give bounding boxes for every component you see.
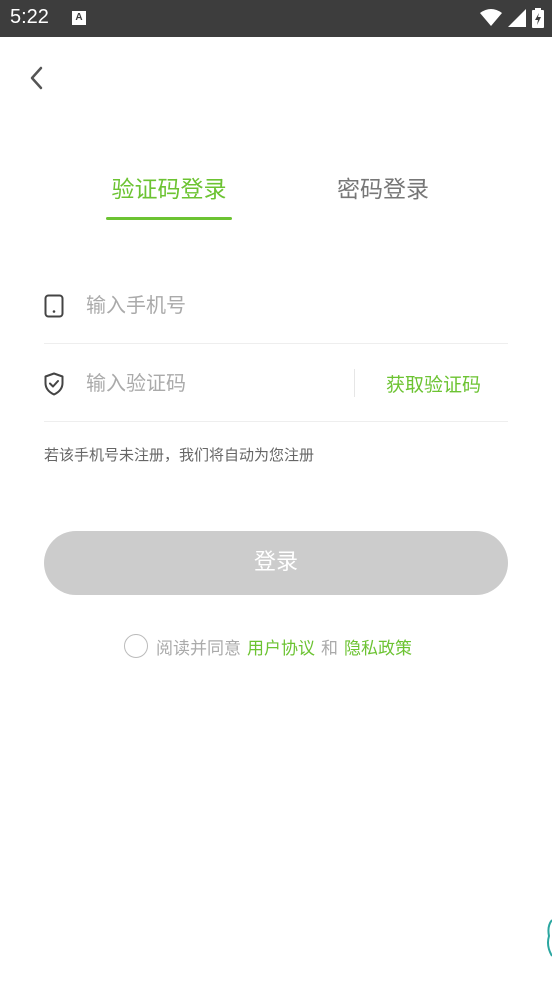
battery-icon <box>532 8 544 28</box>
user-agreement-link[interactable]: 用户协议 <box>247 634 315 659</box>
code-row: 获取验证码 <box>44 344 508 422</box>
login-tabs: 验证码登录 密码登录 <box>0 170 552 225</box>
status-bar: 5:22 A <box>0 0 552 37</box>
agreement-and: 和 <box>321 638 338 659</box>
privacy-policy-link[interactable]: 隐私政策 <box>344 634 412 659</box>
phone-input[interactable] <box>86 286 336 324</box>
active-tab-indicator <box>106 217 232 220</box>
agree-checkbox[interactable] <box>124 634 148 658</box>
tab-password-login[interactable]: 密码登录 <box>330 170 436 225</box>
agreement-row: 阅读并同意 用户协议 和 隐私政策 <box>124 633 418 659</box>
phone-icon <box>44 294 64 318</box>
chevron-left-icon <box>30 66 43 90</box>
notification-icon: A <box>72 11 86 25</box>
floating-widget-icon <box>547 919 552 957</box>
get-code-button[interactable]: 获取验证码 <box>386 370 481 397</box>
status-time: 5:22 <box>10 6 49 28</box>
login-button[interactable]: 登录 <box>44 531 508 595</box>
status-icons <box>480 8 544 28</box>
agreement-prefix: 阅读并同意 <box>156 638 241 659</box>
wifi-icon <box>480 9 502 26</box>
shield-check-icon <box>44 372 64 396</box>
register-hint: 若该手机号未注册，我们将自动为您注册 <box>44 446 315 464</box>
code-input[interactable] <box>86 364 336 402</box>
phone-row <box>44 266 508 344</box>
back-button[interactable] <box>22 62 52 94</box>
signal-icon <box>508 9 526 27</box>
code-divider <box>354 369 355 397</box>
